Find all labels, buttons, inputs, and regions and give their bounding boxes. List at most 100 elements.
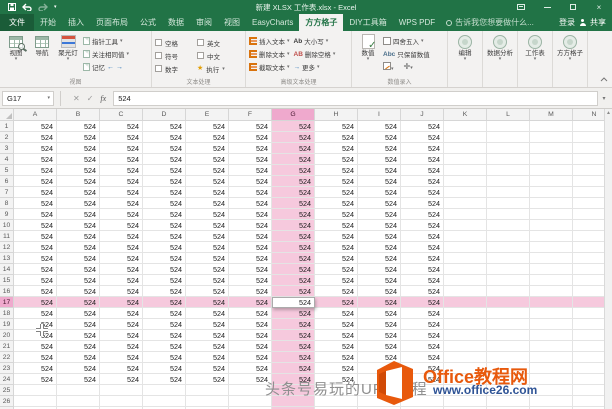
column-header[interactable]: M bbox=[530, 109, 573, 121]
cell[interactable]: 524 bbox=[401, 209, 444, 220]
share-button[interactable]: 共享 bbox=[590, 17, 606, 28]
cell[interactable]: 524 bbox=[14, 165, 57, 176]
row-header[interactable]: 14 bbox=[0, 264, 14, 275]
cell[interactable]: 524 bbox=[272, 198, 315, 209]
ribbon-tab[interactable]: 开始 bbox=[34, 14, 62, 31]
ribbon-tab[interactable]: 审阅 bbox=[190, 14, 218, 31]
cell[interactable]: 524 bbox=[186, 198, 229, 209]
cell[interactable]: 524 bbox=[358, 308, 401, 319]
cell[interactable] bbox=[401, 396, 444, 407]
cell[interactable]: 524 bbox=[358, 132, 401, 143]
cell[interactable] bbox=[487, 187, 530, 198]
column-header[interactable]: K bbox=[444, 109, 487, 121]
cell[interactable]: 524 bbox=[186, 143, 229, 154]
cell[interactable]: 524 bbox=[358, 253, 401, 264]
column-header[interactable]: F bbox=[229, 109, 272, 121]
cell[interactable]: 524 bbox=[401, 253, 444, 264]
cell[interactable]: 524 bbox=[401, 143, 444, 154]
cell[interactable]: 524 bbox=[100, 198, 143, 209]
cell[interactable]: 524 bbox=[100, 121, 143, 132]
row-header[interactable]: 26 bbox=[0, 396, 14, 407]
cell[interactable]: 524 bbox=[14, 275, 57, 286]
cell[interactable]: 524 bbox=[14, 154, 57, 165]
ribbon-tab[interactable]: EasyCharts bbox=[246, 14, 299, 31]
cell[interactable] bbox=[530, 286, 573, 297]
cell[interactable] bbox=[444, 352, 487, 363]
cell[interactable] bbox=[530, 264, 573, 275]
cell[interactable] bbox=[186, 385, 229, 396]
cell[interactable] bbox=[487, 242, 530, 253]
row-header[interactable]: 9 bbox=[0, 209, 14, 220]
cell[interactable]: 524 bbox=[186, 264, 229, 275]
cell[interactable]: 524 bbox=[358, 198, 401, 209]
cell[interactable] bbox=[530, 220, 573, 231]
cell[interactable]: 524 bbox=[57, 220, 100, 231]
cell[interactable] bbox=[487, 330, 530, 341]
row-header[interactable]: 20 bbox=[0, 330, 14, 341]
cell[interactable]: 524 bbox=[401, 121, 444, 132]
cell[interactable]: 524 bbox=[143, 154, 186, 165]
cell[interactable]: 524 bbox=[186, 319, 229, 330]
cell[interactable]: 524 bbox=[186, 220, 229, 231]
cell[interactable]: 524 bbox=[272, 319, 315, 330]
cell[interactable]: 524 bbox=[143, 330, 186, 341]
cell[interactable]: 524 bbox=[186, 121, 229, 132]
cell[interactable]: 524 bbox=[315, 286, 358, 297]
cell[interactable]: 524 bbox=[186, 165, 229, 176]
cell[interactable] bbox=[530, 132, 573, 143]
cell[interactable]: 524 bbox=[229, 132, 272, 143]
cell[interactable]: 524 bbox=[315, 308, 358, 319]
cell[interactable]: 524 bbox=[14, 297, 57, 308]
cell[interactable]: 524 bbox=[57, 264, 100, 275]
cell[interactable] bbox=[530, 198, 573, 209]
cell[interactable]: 524 bbox=[143, 242, 186, 253]
ribbon-tab[interactable]: 文件 bbox=[0, 14, 34, 31]
cell[interactable]: 524 bbox=[401, 165, 444, 176]
cell[interactable]: 524 bbox=[143, 308, 186, 319]
cell[interactable] bbox=[358, 385, 401, 396]
cell[interactable]: 524 bbox=[143, 132, 186, 143]
cell[interactable]: 524 bbox=[57, 330, 100, 341]
cell[interactable]: 524 bbox=[57, 341, 100, 352]
row-header[interactable]: 24 bbox=[0, 374, 14, 385]
worksheet-button[interactable]: 工作表 ▾ bbox=[521, 33, 549, 63]
row-header[interactable]: 19 bbox=[0, 319, 14, 330]
cell[interactable]: 524 bbox=[100, 165, 143, 176]
checkbox-icon[interactable] bbox=[155, 52, 162, 59]
cell[interactable] bbox=[57, 385, 100, 396]
checkbox-english[interactable]: 英文 bbox=[197, 36, 239, 49]
cell[interactable] bbox=[444, 198, 487, 209]
cell[interactable]: 524 bbox=[14, 198, 57, 209]
cell[interactable] bbox=[444, 341, 487, 352]
cell[interactable] bbox=[530, 363, 573, 374]
cell[interactable]: 524 bbox=[315, 198, 358, 209]
cell[interactable] bbox=[530, 374, 573, 385]
cell[interactable] bbox=[444, 231, 487, 242]
cell[interactable]: 524 bbox=[229, 253, 272, 264]
cell[interactable]: 524 bbox=[229, 242, 272, 253]
cell[interactable]: 524 bbox=[57, 154, 100, 165]
cell[interactable] bbox=[530, 352, 573, 363]
cell[interactable] bbox=[444, 308, 487, 319]
view-button[interactable]: 视图 ▾ bbox=[3, 33, 29, 63]
cell[interactable] bbox=[487, 231, 530, 242]
cell[interactable] bbox=[444, 132, 487, 143]
cell[interactable]: 524 bbox=[57, 187, 100, 198]
back-arrow-icon[interactable]: ← bbox=[107, 64, 114, 71]
ribbon-tab[interactable]: 视图 bbox=[218, 14, 246, 31]
cell[interactable]: 524 bbox=[315, 363, 358, 374]
cell[interactable] bbox=[272, 396, 315, 407]
cell[interactable] bbox=[272, 385, 315, 396]
cell[interactable]: 524 bbox=[401, 330, 444, 341]
row-header[interactable]: 16 bbox=[0, 286, 14, 297]
cell[interactable] bbox=[14, 385, 57, 396]
cell[interactable]: 524 bbox=[272, 165, 315, 176]
cell[interactable] bbox=[444, 363, 487, 374]
input-box-button[interactable]: ▾ bbox=[383, 62, 394, 72]
cell[interactable] bbox=[487, 308, 530, 319]
cell[interactable]: 524 bbox=[401, 198, 444, 209]
cell[interactable]: 524 bbox=[272, 352, 315, 363]
cell[interactable]: 524 bbox=[100, 253, 143, 264]
forward-arrow-icon[interactable]: → bbox=[116, 64, 123, 71]
maximize-button[interactable] bbox=[560, 0, 586, 14]
